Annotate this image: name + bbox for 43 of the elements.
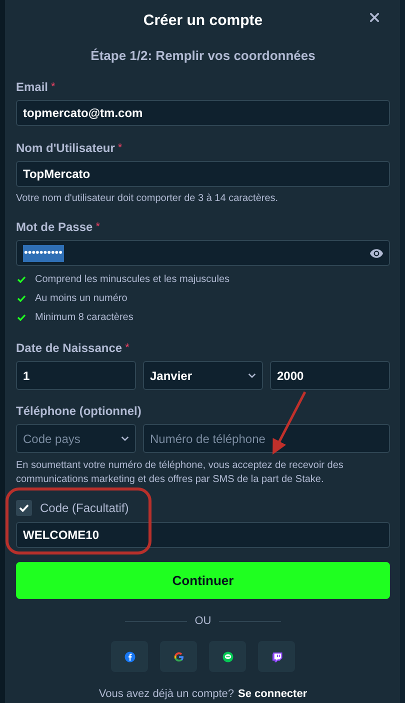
chevron-down-icon [121,436,129,442]
code-field[interactable]: WELCOME10 [16,522,390,548]
hint-text: Votre nom d'utilisateur doit comporter de 3 à 14 caractères. [16,192,280,206]
username-field[interactable]: TopMercato [16,161,390,188]
footer-text: Vous avez déjà un compte? [98,687,234,702]
code-checkbox[interactable] [16,500,32,516]
google-icon [172,650,184,663]
country-code-select[interactable]: Code pays [16,424,136,454]
divider-text: OU [194,614,212,629]
phone-notice: En soumettant votre numéro de téléphone, vous acceptez de recevoir des communications marketing et des offres par SMS de la part de Stake. [16,459,344,488]
year-field[interactable]: 2000 [270,361,390,390]
required-mark: * [118,140,122,156]
close-icon[interactable] [370,13,379,22]
twitch-icon [270,650,282,663]
step-subtitle: Étape 1/2: Remplir vos coordonnées [90,46,316,65]
rule-text: Minimum 8 caractères [35,310,134,325]
rule-text: Comprend les minuscules et les majuscules [35,272,230,287]
email-field[interactable]: topmercato@tm.com [16,100,390,126]
password-field[interactable]: •••••••••• [16,240,390,266]
field-label: Mot de Passe [16,219,93,236]
required-mark: * [51,80,56,95]
field-label: Date de Naissance [16,340,122,358]
continue-button[interactable]: Continuer [16,562,390,599]
eye-icon[interactable] [370,248,383,258]
chat-bubble-icon [222,650,234,663]
phone-number-field[interactable]: Numéro de téléphone [143,424,390,454]
annotation-arrow [272,391,306,455]
day-field[interactable]: 1 [16,361,136,390]
check-icon [19,504,29,512]
required-mark: * [125,341,130,356]
required-mark: * [96,220,100,235]
chevron-down-icon [248,373,256,378]
social-login-button[interactable] [258,641,295,672]
checkbox-label: Code (Facultatif) [40,500,129,518]
social-login-button[interactable] [209,641,246,672]
field-label: Téléphone (optionnel) [16,403,142,420]
month-select[interactable]: Janvier [143,361,263,390]
login-link[interactable]: Se connecter [238,686,308,703]
rule-text: Au moins un numéro [35,292,128,306]
dialog-title: Créer un compte [143,11,263,31]
facebook-icon [124,650,136,663]
field-label: Nom d'Utilisateur [16,140,115,158]
field-label: Email [16,79,48,96]
